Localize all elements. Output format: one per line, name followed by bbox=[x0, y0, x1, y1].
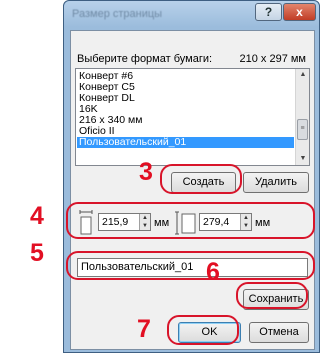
scroll-up-icon[interactable]: ▲ bbox=[296, 69, 309, 81]
step-5-number: 5 bbox=[30, 239, 44, 267]
step-4-number: 4 bbox=[30, 202, 44, 230]
name-callout bbox=[66, 251, 315, 280]
save-callout bbox=[236, 282, 308, 309]
list-item[interactable]: Конверт DL bbox=[77, 93, 294, 104]
cancel-button[interactable]: Отмена bbox=[249, 322, 309, 343]
list-scrollbar[interactable]: ▲ ≡ ▼ bbox=[295, 69, 309, 165]
format-size: 210 x 297 мм bbox=[239, 53, 307, 65]
ok-callout bbox=[167, 315, 239, 345]
step-3-number: 3 bbox=[139, 158, 153, 186]
help-button[interactable]: ? bbox=[255, 3, 282, 21]
list-item-selected[interactable]: Пользовательский_01 bbox=[77, 137, 294, 148]
delete-button[interactable]: Удалить bbox=[243, 172, 309, 193]
dialog-title: Размер страницы bbox=[72, 8, 163, 20]
dimensions-callout bbox=[66, 202, 315, 239]
title-bar: Размер страницы ? x bbox=[64, 1, 319, 27]
scroll-down-icon[interactable]: ▼ bbox=[296, 153, 309, 165]
create-callout bbox=[160, 164, 242, 194]
format-label: Выберите формат бумаги: bbox=[77, 53, 213, 65]
step-6-number: 6 bbox=[206, 258, 220, 286]
step-7-number: 7 bbox=[137, 315, 151, 343]
scroll-thumb[interactable]: ≡ bbox=[297, 119, 308, 140]
close-button[interactable]: x bbox=[283, 3, 316, 21]
paper-format-list[interactable]: Конверт #6 Конверт C5 Конверт DL 16K 216… bbox=[75, 68, 310, 166]
